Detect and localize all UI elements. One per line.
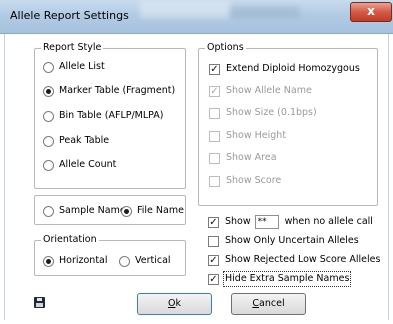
radio-label: Sample Name <box>59 205 126 216</box>
radio-button[interactable] <box>43 255 54 267</box>
radio-label: Vertical <box>135 255 171 266</box>
radio-peak-table[interactable]: Peak Table <box>43 135 109 147</box>
radio-label: Bin Table (AFLP/MLPA) <box>59 110 164 121</box>
checkbox-label: Show Height <box>226 130 287 141</box>
title-bar: Allele Report Settings x <box>0 0 393 34</box>
name-choice-group: Sample Name File Name <box>34 195 186 225</box>
checkbox-label: Show Rejected Low Score Alleles <box>225 254 381 265</box>
radio-label: Allele Count <box>59 159 117 170</box>
radio-allele-list[interactable]: Allele List <box>43 61 105 73</box>
ok-label-rest: k <box>175 298 181 309</box>
radio-label: Allele List <box>59 61 105 72</box>
checkbox[interactable]: ✓ <box>208 216 219 228</box>
radio-vertical[interactable]: Vertical <box>119 255 171 267</box>
checkbox <box>209 152 220 164</box>
checkbox-label: Hide Extra Sample Names <box>222 271 352 287</box>
checkbox[interactable]: ✓ <box>208 254 219 266</box>
show-label: Show <box>225 216 251 227</box>
radio-label: Marker Table (Fragment) <box>59 85 176 96</box>
checkbox-label: Extend Diploid Homozygous <box>226 63 360 74</box>
radio-button[interactable] <box>43 205 54 217</box>
show-suffix-label: when no allele call <box>284 216 373 227</box>
check-show-size: Show Size (0.1bps) <box>209 107 317 119</box>
dialog-body: Report Style Allele List Marker Table (F… <box>4 34 389 320</box>
cancel-button[interactable]: Cancel <box>231 293 306 315</box>
title-bar-blur <box>140 2 230 18</box>
radio-sample-name[interactable]: Sample Name <box>43 205 126 217</box>
radio-button[interactable] <box>121 205 132 217</box>
radio-horizontal[interactable]: Horizontal <box>43 255 108 267</box>
check-show-height: Show Height <box>209 130 286 142</box>
checkbox <box>209 107 220 119</box>
check-extend-diploid[interactable]: ✓ Extend Diploid Homozygous <box>209 63 360 75</box>
radio-button[interactable] <box>119 255 130 267</box>
checkbox-label: Show Score <box>226 175 282 186</box>
radio-button[interactable] <box>43 110 54 122</box>
report-style-legend: Report Style <box>41 42 104 54</box>
radio-label: File Name <box>137 205 184 216</box>
no-call-text-input[interactable]: ** <box>254 215 279 229</box>
checkbox <box>209 130 220 142</box>
checkbox[interactable] <box>208 235 219 247</box>
check-show-score: Show Score <box>209 175 281 187</box>
options-group: Options ✓ Extend Diploid Homozygous ✓ Sh… <box>198 42 378 206</box>
ok-button[interactable]: Ok <box>137 293 212 315</box>
checkbox-label: Show Only Uncertain Alleles <box>225 235 359 246</box>
radio-marker-table[interactable]: Marker Table (Fragment) <box>43 85 175 97</box>
cancel-label-rest: ancel <box>259 298 285 309</box>
check-show-allele-name: ✓ Show Allele Name <box>209 85 312 97</box>
radio-file-name[interactable]: File Name <box>121 205 184 217</box>
radio-button[interactable] <box>43 135 54 147</box>
radio-bin-table[interactable]: Bin Table (AFLP/MLPA) <box>43 110 164 122</box>
check-show-area: Show Area <box>209 152 277 164</box>
radio-button[interactable] <box>43 159 54 171</box>
radio-label: Peak Table <box>59 135 110 146</box>
radio-button[interactable] <box>43 85 54 97</box>
floppy-disk-icon[interactable] <box>34 297 45 308</box>
orientation-group: Orientation Horizontal Vertical <box>34 234 186 276</box>
radio-button[interactable] <box>43 61 54 73</box>
title-bar-blur <box>230 6 300 18</box>
check-hide-extra-names[interactable]: ✓ Hide Extra Sample Names <box>208 271 352 287</box>
checkbox[interactable]: ✓ <box>209 63 220 75</box>
show-no-call-row: ✓ Show ** when no allele call <box>208 215 373 229</box>
options-legend: Options <box>205 42 246 54</box>
check-rejected-low-score[interactable]: ✓ Show Rejected Low Score Alleles <box>208 254 380 266</box>
allele-report-settings-dialog: Allele Report Settings x Report Style Al… <box>0 0 393 324</box>
checkbox: ✓ <box>209 85 220 97</box>
checkbox-label: Show Allele Name <box>226 85 312 96</box>
checkbox[interactable]: ✓ <box>208 273 219 285</box>
radio-allele-count[interactable]: Allele Count <box>43 159 116 171</box>
close-button[interactable]: x <box>350 2 392 22</box>
report-style-group: Report Style Allele List Marker Table (F… <box>34 42 186 189</box>
checkbox-label: Show Size (0.1bps) <box>226 107 317 118</box>
radio-label: Horizontal <box>59 255 108 266</box>
checkbox <box>209 175 220 187</box>
checkbox-label: Show Area <box>226 152 277 163</box>
window-title: Allele Report Settings <box>10 9 129 22</box>
check-only-uncertain[interactable]: Show Only Uncertain Alleles <box>208 235 359 247</box>
orientation-legend: Orientation <box>41 234 99 246</box>
